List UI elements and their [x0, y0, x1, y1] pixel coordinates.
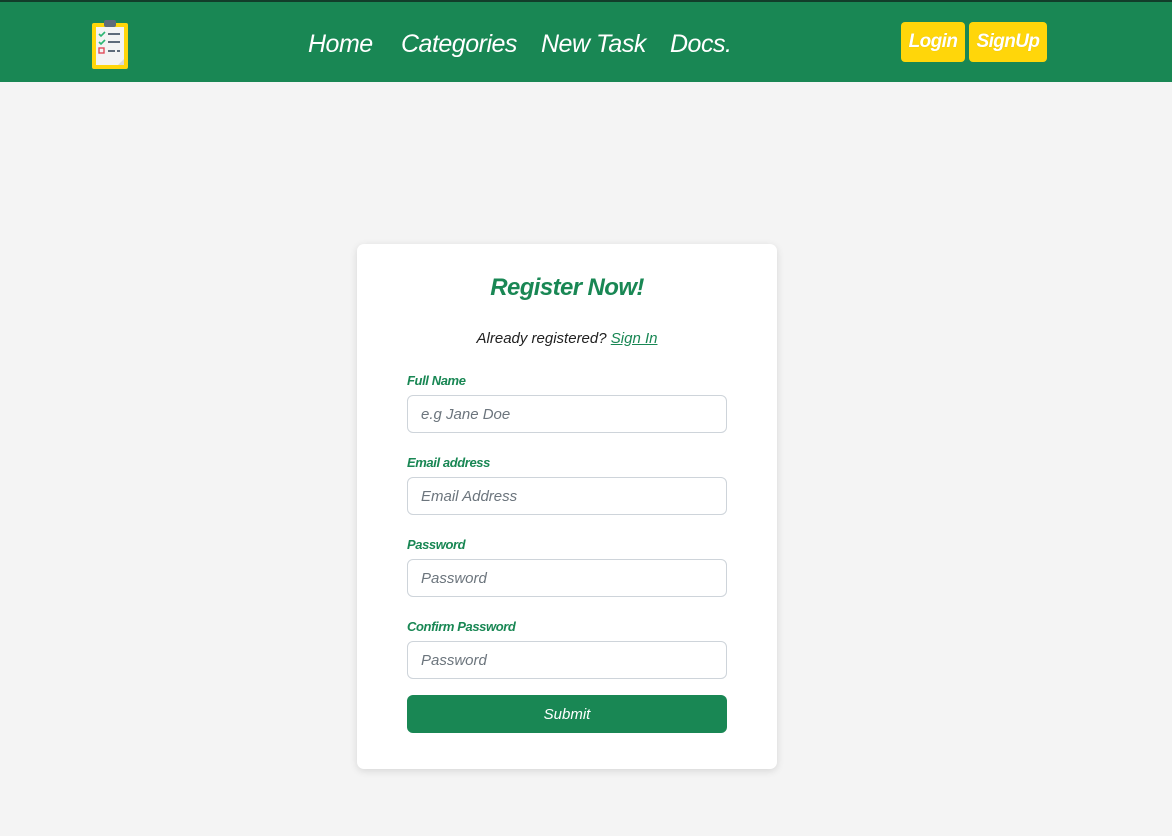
navbar: Home Categories New Task Docs. Login Sig… — [0, 2, 1172, 82]
nav-link-new-task[interactable]: New Task — [541, 26, 646, 62]
login-button[interactable]: Login — [901, 22, 965, 62]
full-name-input[interactable] — [407, 395, 727, 433]
password-label: Password — [407, 537, 466, 552]
sign-in-link[interactable]: Sign In — [611, 330, 658, 347]
nav-link-categories[interactable]: Categories — [401, 26, 517, 62]
form-title: Register Now! — [490, 274, 644, 301]
email-input[interactable] — [407, 477, 727, 515]
confirm-password-label: Confirm Password — [407, 619, 516, 634]
signup-button[interactable]: SignUp — [969, 22, 1047, 62]
clipboard-checklist-icon[interactable] — [91, 19, 129, 69]
email-label: Email address — [407, 455, 490, 470]
submit-button[interactable]: Submit — [407, 695, 727, 733]
already-registered-text: Already registered? Sign In — [357, 329, 777, 349]
full-name-label: Full Name — [407, 373, 466, 388]
already-registered-label: Already registered? — [476, 330, 607, 347]
confirm-password-input[interactable] — [407, 641, 727, 679]
password-input[interactable] — [407, 559, 727, 597]
register-card: Register Now! Already registered? Sign I… — [357, 244, 777, 769]
nav-link-home[interactable]: Home — [308, 26, 373, 62]
nav-link-docs[interactable]: Docs. — [670, 26, 732, 62]
